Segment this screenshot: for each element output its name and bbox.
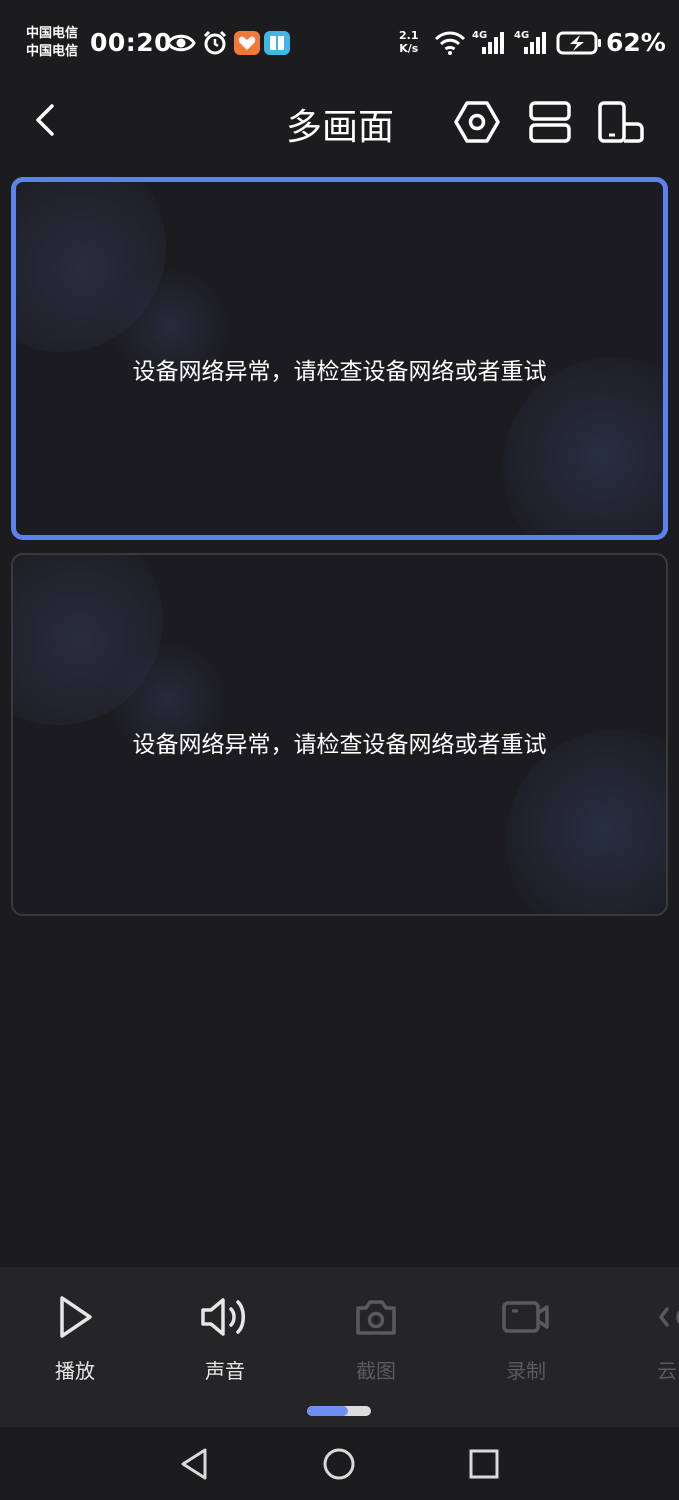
settings-hexagon-icon [454, 101, 500, 143]
carrier-1: 中国电信 [26, 26, 79, 41]
eye-icon [166, 34, 196, 52]
camera-icon [356, 1300, 396, 1335]
nav-recents-button[interactable] [466, 1446, 502, 1482]
page-indicator-fill [307, 1406, 348, 1416]
split-layout-icon [529, 101, 571, 143]
screen: 中国电信 中国电信 00:20 2.1 K/s 4G 4G 62% 多画面 设备… [0, 0, 679, 1500]
bottom-toolbar: 播放 声音 截图 录制 云 [0, 1267, 679, 1427]
record-label: 录制 [506, 1359, 546, 1383]
cloud-ptz-label: 云 [657, 1359, 677, 1383]
system-nav-bar [0, 1427, 679, 1500]
sound-label: 声音 [205, 1359, 245, 1383]
panel-error-message: 设备网络异常，请检查设备网络或者重试 [132, 359, 547, 385]
signal-icon [482, 32, 504, 54]
video-record-icon [502, 1301, 549, 1333]
play-button[interactable]: 播放 [20, 1293, 130, 1393]
book-icon [270, 36, 284, 50]
heart-icon [238, 36, 256, 50]
device-switch-icon [598, 101, 644, 143]
screenshot-label: 截图 [356, 1359, 396, 1383]
nav-recents-icon [469, 1449, 499, 1479]
sound-button[interactable]: 声音 [170, 1293, 280, 1393]
layout-button[interactable] [526, 100, 576, 144]
device-switch-button[interactable] [597, 100, 647, 144]
net-speed-unit: K/s [399, 42, 419, 55]
net-speed-value: 2.1 [399, 29, 419, 42]
panel-error-message: 设备网络异常，请检查设备网络或者重试 [132, 732, 547, 758]
signal-icon [524, 32, 546, 54]
nav-home-icon [323, 1448, 355, 1480]
carrier-info: 中国电信 中国电信 [26, 25, 78, 61]
carrier-2: 中国电信 [26, 44, 79, 59]
alarm-icon [203, 30, 227, 55]
back-arrow-icon [36, 104, 54, 136]
page-indicator [307, 1406, 371, 1416]
nav-home-button[interactable] [321, 1446, 357, 1482]
back-button[interactable] [26, 100, 66, 140]
cloud-ptz-button[interactable]: 云 [612, 1293, 679, 1393]
header: 多画面 [0, 86, 679, 176]
screenshot-button[interactable]: 截图 [321, 1293, 431, 1393]
app-badge-book [264, 31, 290, 55]
speaker-icon [201, 1298, 245, 1336]
play-label: 播放 [55, 1359, 95, 1383]
app-badge-orange [234, 31, 260, 55]
page-title: 多画面 [285, 107, 394, 148]
battery-level: 62% [606, 28, 666, 57]
wifi-icon [434, 31, 466, 55]
net-speed: 2.1 K/s [399, 29, 419, 55]
cloud-ptz-icon [658, 1307, 679, 1327]
play-icon [60, 1296, 92, 1338]
record-button[interactable]: 录制 [471, 1293, 581, 1393]
status-time: 00:20 [90, 28, 173, 57]
camera-panel-1[interactable]: 设备网络异常，请检查设备网络或者重试 [11, 177, 668, 540]
status-bar: 中国电信 中国电信 00:20 2.1 K/s 4G 4G 62% [0, 0, 679, 86]
nav-back-button[interactable] [177, 1446, 213, 1482]
nav-back-icon [181, 1448, 207, 1480]
settings-button[interactable] [452, 100, 502, 144]
battery-charging-icon [556, 31, 601, 55]
camera-panel-2[interactable]: 设备网络异常，请检查设备网络或者重试 [11, 553, 668, 916]
